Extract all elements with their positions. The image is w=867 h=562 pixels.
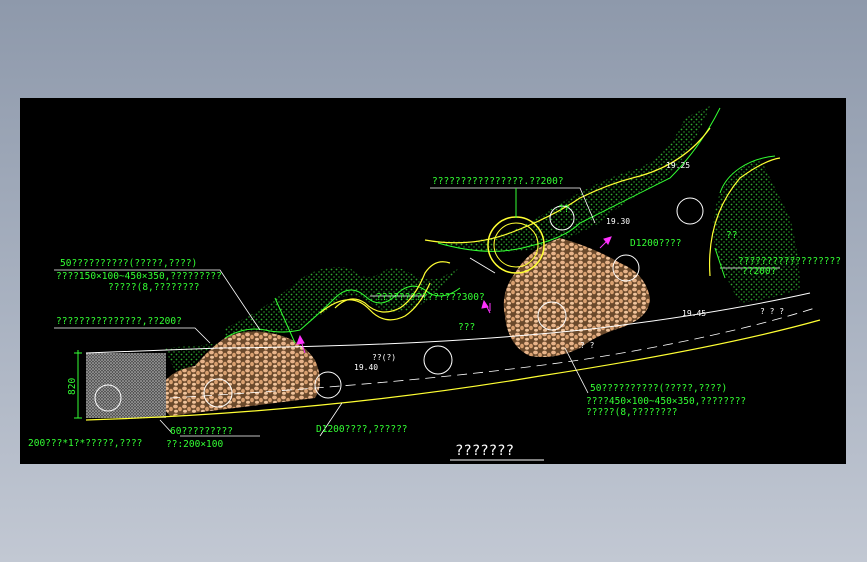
paving-block-left (86, 353, 166, 418)
label-left-boulder-spec-3: ?????(8,???????? (108, 282, 200, 293)
label-pipe-d1200-right: D1200???? (630, 238, 681, 249)
label-right-q-3: ? ? (580, 341, 595, 350)
label-left-boulder-spec-1: 50??????????(?????,????) (60, 258, 197, 269)
cad-canvas: ????????????????.??200? 50??????????(???… (20, 98, 846, 464)
label-bottom-right-spec-2: ????450×100~450×350,???????? (586, 396, 746, 407)
label-bottom-left-note: 200???*1?*?????,???? (28, 438, 142, 449)
label-elev-2: 19.45 (682, 309, 706, 318)
label-elev-3: 19.30 (606, 217, 630, 226)
label-elev-1: 19.40 (354, 363, 378, 372)
label-left-grid-spec-2: ??:200×100 (166, 439, 223, 450)
dimension-ticks (274, 188, 726, 344)
label-bottom-right-spec-1: 50??????????(?????,????) (590, 383, 727, 394)
label-right-note-2: ??200? (742, 266, 776, 277)
site-plan-drawing: ????????????????.??200? 50??????????(???… (28, 106, 841, 461)
pipe-circle-4 (423, 345, 453, 375)
label-center-q: ??(?) (372, 353, 396, 362)
label-top-pipe-note: ????????????????.??200? (432, 176, 564, 187)
label-inner-q: ?? (726, 230, 737, 241)
pipe-circle-7 (676, 197, 704, 225)
label-bottom-right-spec-3: ?????(8,???????? (586, 407, 678, 418)
label-left-boulder-spec-2: ????150×100~450×350,????????? (56, 271, 222, 282)
drawing-title: ??????? (455, 443, 514, 459)
label-center-small-note: ??? (458, 322, 475, 333)
label-curve-note: ???????????????300? (376, 292, 485, 303)
label-right-q-1: ?? (558, 204, 569, 215)
label-elev-4: 19.25 (666, 161, 690, 170)
label-left-gravel-note: ???????????????,??200? (56, 316, 182, 327)
gravel-zone-right (503, 238, 650, 357)
label-dim-820: 820 (67, 378, 78, 395)
label-pipe-d1200-bottom: D1200????,?????? (316, 424, 408, 435)
gravel-zone-left (159, 331, 320, 416)
label-left-grid-spec-1: 60????????? (170, 426, 233, 437)
label-right-q-2: ? ? ? (760, 307, 784, 316)
